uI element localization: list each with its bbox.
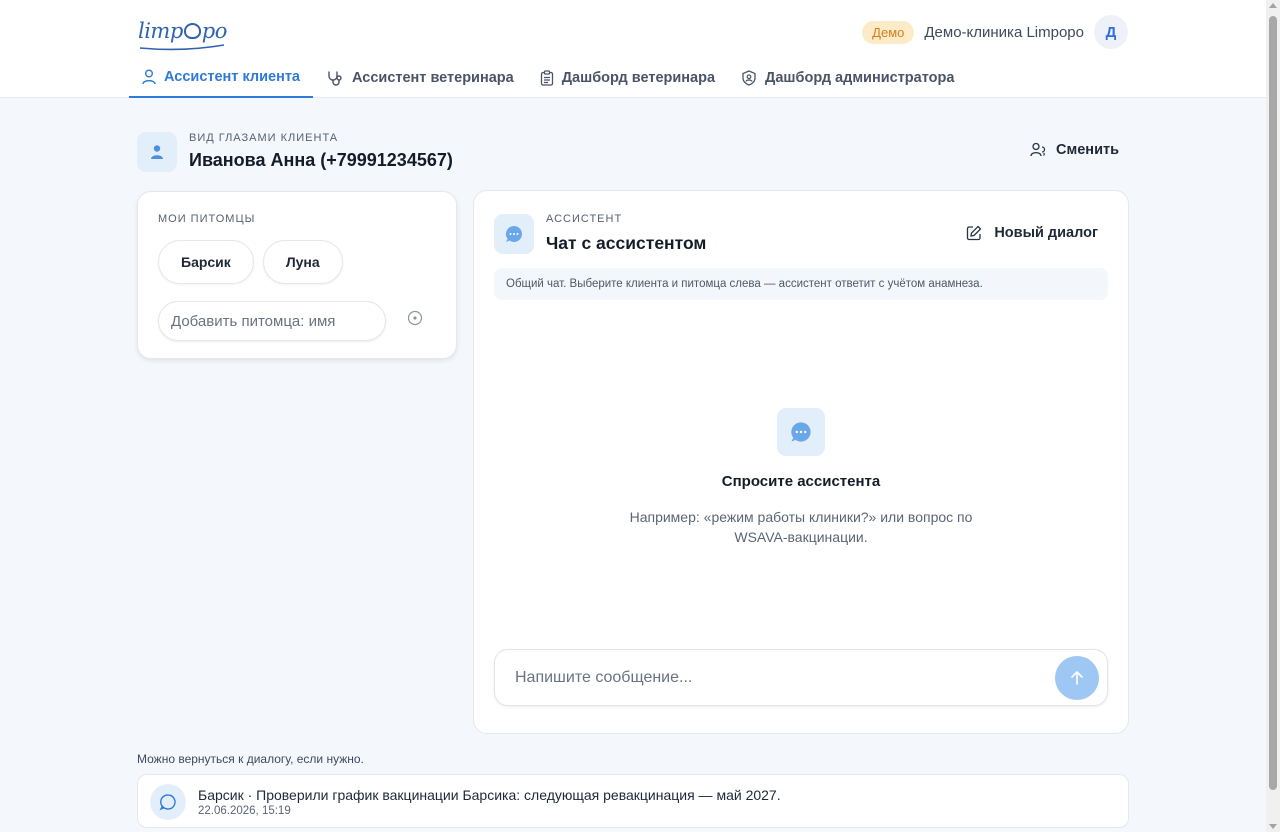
add-pet-input[interactable]	[158, 301, 386, 341]
new-dialog-button[interactable]: Новый диалог	[966, 225, 1098, 241]
add-circle-icon	[407, 310, 423, 326]
scroll-up-arrow-icon[interactable]	[1269, 3, 1277, 8]
switch-label: Сменить	[1056, 142, 1119, 158]
return-hint: Можно вернуться к диалогу, если нужно.	[137, 752, 364, 766]
switch-client-button[interactable]: Сменить	[1030, 142, 1119, 158]
app-header: limp po Демо Демо-клиника Limpoро Д Ассис…	[0, 0, 1266, 98]
history-timestamp: 22.06.2026, 15:19	[198, 805, 291, 817]
arrow-up-icon	[1071, 671, 1083, 685]
empty-state-icon	[777, 408, 825, 456]
clinic-name: Демо-клиника Limpoро	[924, 23, 1084, 41]
client-avatar	[137, 132, 177, 172]
client-name: Иванова Анна (+79991234567)	[189, 150, 453, 170]
user-icon	[151, 145, 163, 159]
chat-overline: АССИСТЕНТ	[546, 213, 623, 225]
history-chat-icon-box	[150, 784, 186, 820]
pet-chip-barsik[interactable]: Барсик	[158, 240, 254, 284]
header-user-area: Демо Демо-клиника Limpoро Д	[862, 15, 1128, 49]
chat-title: Чат с ассистентом	[546, 233, 707, 253]
client-overline: Вид глазами клиента	[189, 132, 339, 144]
chat-bubble-icon	[505, 225, 522, 242]
logo-swoosh-icon	[139, 44, 225, 51]
add-pet-button[interactable]	[406, 309, 424, 327]
history-summary: Барсик · Проверили график вакцинации Бар…	[198, 787, 781, 803]
main-tabs: Ассистент клиента Ассистент ветеринара Д…	[129, 58, 967, 98]
pets-panel: МОИ ПИТОМЦЫ Барсик Луна	[137, 191, 457, 359]
logo-text-prefix: limp	[138, 19, 183, 43]
page-scrollbar[interactable]	[1266, 0, 1280, 832]
clipboard-icon	[540, 70, 553, 86]
new-dialog-label: Новый диалог	[994, 225, 1098, 241]
edit-icon	[967, 225, 982, 241]
message-input[interactable]	[515, 662, 1035, 694]
tab-label: Ассистент клиента	[164, 69, 300, 85]
client-context: Вид глазами клиента Иванова Анна (+79991…	[137, 132, 1129, 174]
pet-chip-list: Барсик Луна	[158, 240, 343, 284]
pets-title: МОИ ПИТОМЦЫ	[158, 213, 256, 225]
message-circle-icon	[159, 794, 176, 811]
stethoscope-icon	[328, 71, 342, 86]
scroll-down-arrow-icon[interactable]	[1269, 824, 1277, 829]
user-icon	[142, 69, 156, 85]
message-composer	[494, 649, 1108, 706]
tab-vet-assistant[interactable]: Ассистент ветеринара	[313, 58, 527, 98]
users-switch-icon	[1030, 142, 1046, 157]
shield-user-icon	[742, 70, 756, 86]
tab-label: Дашборд ветеринара	[561, 70, 716, 86]
chat-avatar	[494, 214, 534, 254]
empty-state-hint: Например: «режим работы клиники?» или во…	[629, 509, 973, 545]
chat-bubble-icon	[791, 422, 811, 442]
scroll-thumb[interactable]	[1269, 16, 1277, 790]
limpopo-logo[interactable]: limp po	[138, 16, 228, 51]
tab-client-assistant[interactable]: Ассистент клиента	[129, 58, 313, 98]
logo-text-suffix: po	[201, 19, 228, 43]
empty-state-title: Спросите ассистента	[721, 473, 881, 490]
tab-label: Ассистент ветеринара	[352, 70, 514, 86]
tab-admin-dashboard[interactable]: Дашборд администратора	[728, 58, 967, 98]
cat-logo-icon	[183, 23, 201, 39]
tab-vet-dashboard[interactable]: Дашборд ветеринара	[527, 58, 728, 98]
pet-chip-luna[interactable]: Луна	[262, 240, 343, 284]
chat-notice: Общий чат. Выберите клиента и питомца сл…	[494, 268, 1108, 300]
demo-badge: Демо	[862, 20, 915, 44]
history-item[interactable]: Барсик · Проверили график вакцинации Бар…	[137, 774, 1129, 828]
chat-panel: АССИСТЕНТ Чат с ассистентом Новый диалог…	[473, 190, 1129, 734]
send-button[interactable]	[1055, 656, 1099, 700]
avatar[interactable]: Д	[1094, 15, 1128, 49]
tab-label: Дашборд администратора	[765, 70, 955, 86]
